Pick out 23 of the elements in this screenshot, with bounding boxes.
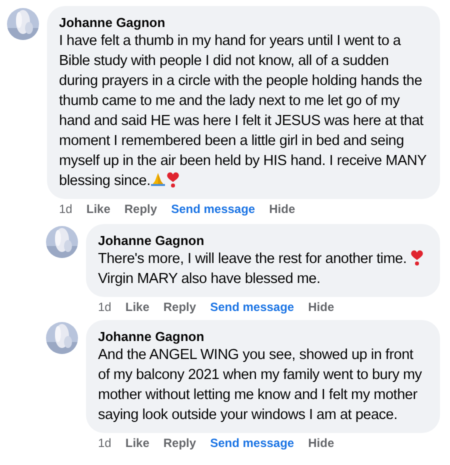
hide-link[interactable]: Hide xyxy=(308,434,334,452)
timestamp: 1d xyxy=(98,435,112,452)
send-message-link[interactable]: Send message xyxy=(171,200,256,218)
hide-link[interactable]: Hide xyxy=(269,200,296,218)
timestamp: 1d xyxy=(59,201,72,218)
author-name[interactable]: Johanne Gagnon xyxy=(98,232,428,249)
like-link[interactable]: Like xyxy=(125,434,150,452)
heart-icon xyxy=(410,249,424,266)
reply-link[interactable]: Reply xyxy=(163,434,196,452)
reply-link[interactable]: Reply xyxy=(124,200,158,218)
like-link[interactable]: Like xyxy=(125,298,150,316)
hide-link[interactable]: Hide xyxy=(308,298,334,316)
comment-text: I have felt a thumb in my hand for years until I went to a Bible study with people I did not know, all of a sudden during prayers in a circle with the people holding hands the thumb came to me and the lady next to me let go of my hand and said HE was here I felt it JESUS was here at that moment I remembered been a little girl in bed and seing myself up in the air been held by HIS hand. I receive MANY blessing since. xyxy=(59,32,428,191)
reply-link[interactable]: Reply xyxy=(163,298,196,316)
author-name[interactable]: Johanne Gagnon xyxy=(98,328,428,345)
comment-text: There's more, I will leave the rest for another time. Virgin MARY also have blessed me. xyxy=(98,249,428,289)
timestamp: 1d xyxy=(98,299,112,316)
send-message-link[interactable]: Send message xyxy=(210,434,294,452)
comment-text: And the ANGEL WING you see, showed up in front of my balcony 2021 when my family went to bury my mother without letting me know and I felt my mother saying look outside your windows I am at peace. xyxy=(98,346,423,425)
author-name[interactable]: Johanne Gagnon xyxy=(59,14,428,31)
send-message-link[interactable]: Send message xyxy=(210,298,294,316)
heart-icon xyxy=(166,171,180,188)
like-link[interactable]: Like xyxy=(86,200,110,218)
